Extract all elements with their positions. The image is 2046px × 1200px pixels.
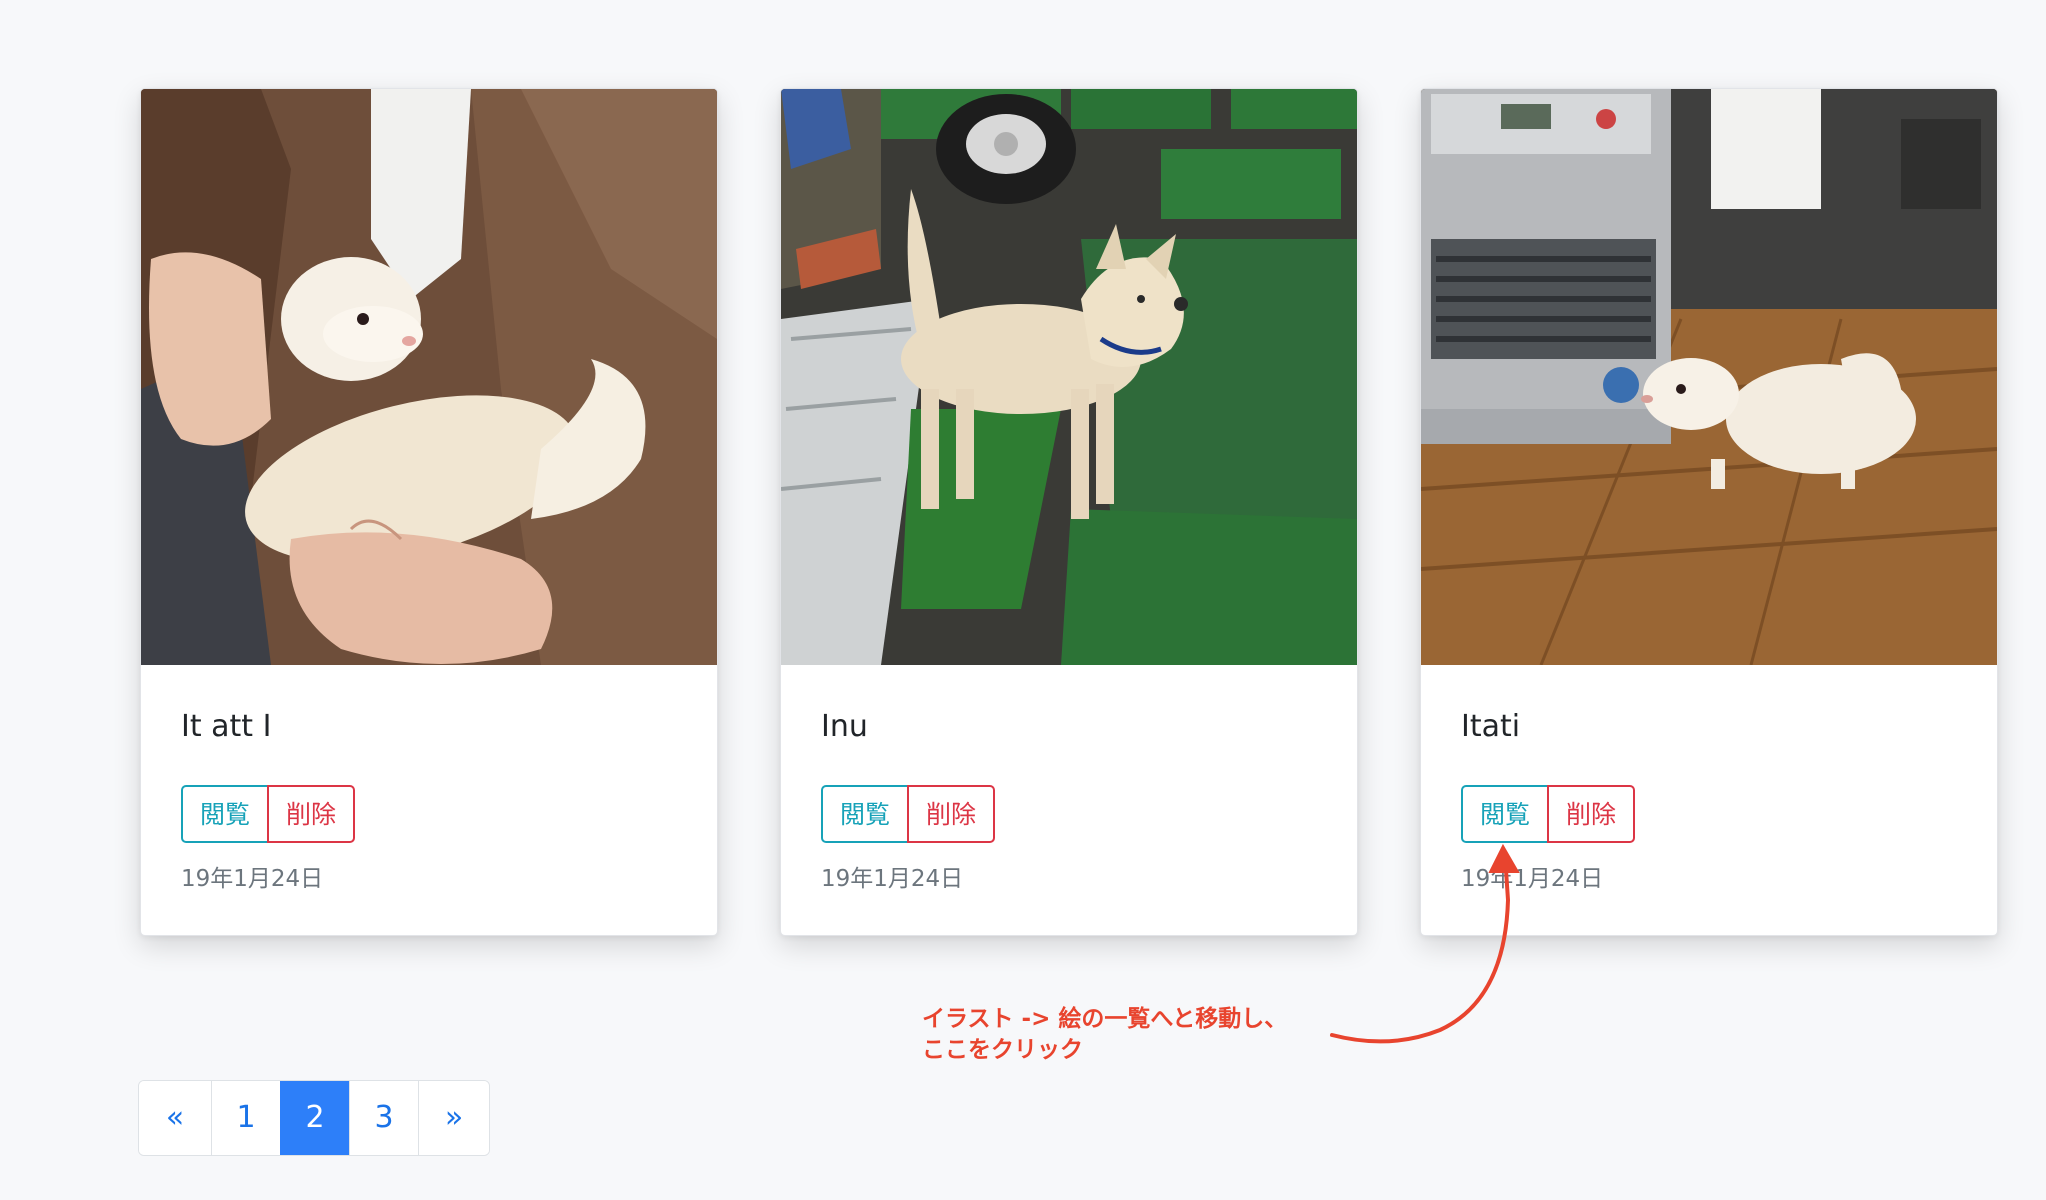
pagination-page-1[interactable]: 1	[211, 1081, 280, 1155]
annotation-line-1: イラスト -> 絵の一覧へと移動し、	[922, 1006, 1288, 1032]
view-button[interactable]: 閲覧	[181, 785, 270, 843]
card-date: 19年1月24日	[181, 866, 324, 892]
card: Itati 閲覧 削除 19年1月24日	[1420, 88, 1998, 936]
delete-button[interactable]: 削除	[1547, 785, 1636, 843]
delete-button[interactable]: 削除	[907, 785, 996, 843]
annotation-text: イラスト -> 絵の一覧へと移動し、 ここをクリック	[922, 1004, 1287, 1066]
pagination-page-3[interactable]: 3	[349, 1081, 418, 1155]
pagination: « 1 2 3 »	[138, 1080, 490, 1156]
card-date: 19年1月24日	[821, 866, 964, 892]
card-date: 19年1月24日	[1461, 866, 1604, 892]
card-title: Itati	[1461, 709, 1521, 744]
dog-photo	[781, 89, 1357, 665]
delete-button[interactable]: 削除	[267, 785, 356, 843]
view-button[interactable]: 閲覧	[1461, 785, 1550, 843]
card-image	[141, 89, 717, 665]
ferret-heater-photo	[1421, 89, 1997, 665]
annotation-line-2: ここをクリック	[922, 1037, 1083, 1063]
pagination-page-2[interactable]: 2	[280, 1081, 349, 1155]
pagination-next[interactable]: »	[418, 1081, 489, 1155]
card-actions: 閲覧 削除	[181, 785, 356, 843]
view-button[interactable]: 閲覧	[821, 785, 910, 843]
pagination-prev[interactable]: «	[139, 1081, 211, 1155]
card: It att I 閲覧 削除 19年1月24日	[140, 88, 718, 936]
card-image	[1421, 89, 1997, 665]
card-title: Inu	[821, 709, 868, 744]
card-actions: 閲覧 削除	[1461, 785, 1636, 843]
card-actions: 閲覧 削除	[821, 785, 996, 843]
ferret-photo	[141, 89, 717, 665]
card: Inu 閲覧 削除 19年1月24日	[780, 88, 1358, 936]
card-title: It att I	[181, 709, 272, 744]
card-image	[781, 89, 1357, 665]
